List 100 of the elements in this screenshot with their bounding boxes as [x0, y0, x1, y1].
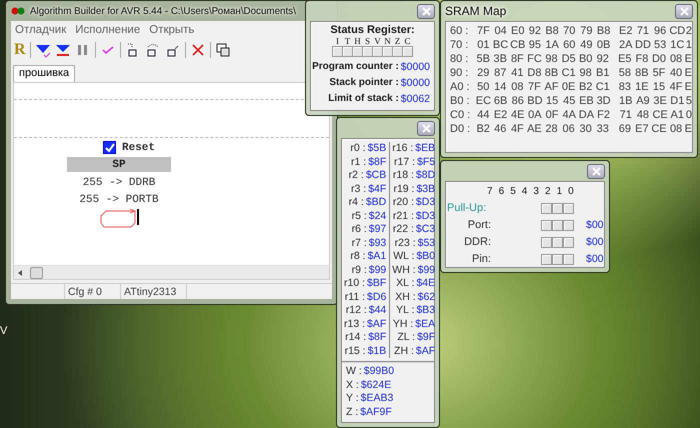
register-value: $97 [368, 223, 386, 236]
bit-checkbox[interactable] [552, 220, 563, 230]
register-value: $62 [418, 290, 436, 304]
flowchart-block[interactable]: SP [67, 157, 171, 172]
windows-icon[interactable] [214, 42, 231, 58]
register-name: r2 : [348, 169, 364, 182]
bit-number: 6 [498, 186, 506, 197]
byte-value: 69 [618, 123, 632, 135]
register-value: $EA [415, 318, 436, 331]
close-button[interactable] [587, 164, 605, 178]
bit-checkbox[interactable] [563, 236, 574, 248]
byte-value: 2A [618, 39, 634, 51]
bit-checkbox[interactable] [541, 254, 552, 264]
flag-checkbox[interactable] [392, 46, 403, 57]
byte-value: 3D [596, 95, 612, 107]
register-name: r19 : [393, 182, 414, 196]
flag-checkbox[interactable] [362, 46, 373, 57]
tab[interactable]: прошивка [13, 65, 76, 82]
byte-value: 79 [579, 25, 594, 37]
close-button[interactable] [417, 120, 435, 136]
register-value: $93 [368, 236, 386, 250]
byte-value: 33 [596, 123, 610, 135]
register-value: $99 [418, 264, 436, 277]
register-name: Y : [346, 392, 359, 406]
byte-value: CE [652, 109, 669, 121]
byte-value: 4F [668, 81, 684, 93]
scroll-left-icon[interactable] [18, 270, 22, 276]
field-label: Limit of stack : [328, 93, 399, 105]
byte-value: C1 [594, 81, 611, 93]
register-name: r20 : [392, 196, 414, 210]
register-name: r21 : [392, 210, 414, 223]
text-cursor [136, 209, 138, 225]
address-label: 80 : [450, 53, 470, 65]
close-button[interactable] [675, 4, 693, 18]
menu-item[interactable]: Исполнение [75, 24, 140, 36]
flag-checkbox[interactable] [332, 46, 343, 57]
flowchart-statement[interactable]: 255 -> DDRB [82, 177, 156, 189]
byte-value: CE [650, 123, 668, 135]
byte-value: E2 [618, 25, 634, 37]
bit-number: 7 [486, 186, 494, 197]
menu-item[interactable]: Открыть [149, 24, 194, 36]
flag-checkbox[interactable] [402, 46, 413, 57]
byte-value: A9 [635, 95, 651, 107]
down-triangle-icon[interactable] [54, 42, 71, 58]
register-name: X : [346, 378, 359, 392]
port-row-label: Pull-Up: [446, 202, 488, 214]
down-triangle-icon[interactable] [34, 42, 51, 58]
byte-value: 1C [669, 39, 686, 51]
close-button[interactable] [417, 4, 435, 18]
window-title: SRAM Map [445, 4, 506, 18]
byte-value: FC [526, 53, 543, 65]
byte-value: 44 [476, 109, 491, 121]
flag-checkbox[interactable] [382, 46, 393, 57]
byte-value: B8 [544, 25, 560, 37]
bit-checkbox[interactable] [563, 254, 574, 264]
address-label: 90 : [450, 67, 470, 79]
flag-checkbox[interactable] [342, 46, 353, 57]
bit-checkbox[interactable] [541, 202, 552, 214]
bit-number: 3 [532, 186, 540, 197]
byte-value: 71 [618, 109, 633, 121]
address-label: A0 : [450, 81, 471, 93]
flag-label: C [404, 36, 410, 46]
bit-checkbox[interactable] [563, 220, 574, 230]
flowchart-statement[interactable]: 255 -> PORTB [79, 194, 159, 206]
port-value: $00 [586, 219, 604, 231]
register-value: $44 [368, 304, 386, 318]
byte-value: AE [526, 123, 543, 135]
box-arrow-icon[interactable] [144, 42, 161, 58]
checkbox[interactable] [103, 141, 116, 154]
bit-checkbox[interactable] [541, 220, 552, 230]
bit-number: 2 [544, 186, 552, 197]
bit-checkbox[interactable] [563, 202, 574, 214]
register-name: r5 : [352, 210, 367, 223]
byte-value: 7F [476, 25, 491, 37]
bit-checkbox[interactable] [552, 202, 563, 214]
register-name: r4 : [348, 196, 364, 210]
flag-label: I [336, 36, 339, 46]
menu-item[interactable]: Отладчик [15, 24, 66, 36]
byte-value: 01 [476, 39, 491, 51]
byte-value: D0 [650, 53, 668, 65]
bit-checkbox[interactable] [552, 254, 563, 264]
bit-checkbox[interactable] [552, 236, 563, 248]
scrollbar-thumb[interactable] [30, 266, 43, 278]
register-value: $53 [418, 236, 436, 250]
byte-value: 92 [528, 25, 542, 37]
register-name: r7 : [352, 236, 367, 250]
bit-checkbox[interactable] [541, 236, 552, 248]
flag-checkbox[interactable] [372, 46, 383, 57]
flag-checkbox[interactable] [352, 46, 363, 57]
byte-value: 46 [493, 123, 508, 135]
register-value: $8F [368, 156, 386, 169]
byte-value: E5 [617, 53, 633, 65]
byte-value: 0 [686, 109, 692, 121]
byte-value: C1 [560, 67, 577, 79]
register-name: r16 : [392, 142, 414, 156]
cross-icon[interactable] [190, 42, 206, 58]
register-name: r10 : [344, 277, 366, 290]
byte-value: E0 [510, 25, 526, 37]
bit-number: 5 [509, 186, 517, 197]
byte-value: 98 [578, 67, 593, 79]
